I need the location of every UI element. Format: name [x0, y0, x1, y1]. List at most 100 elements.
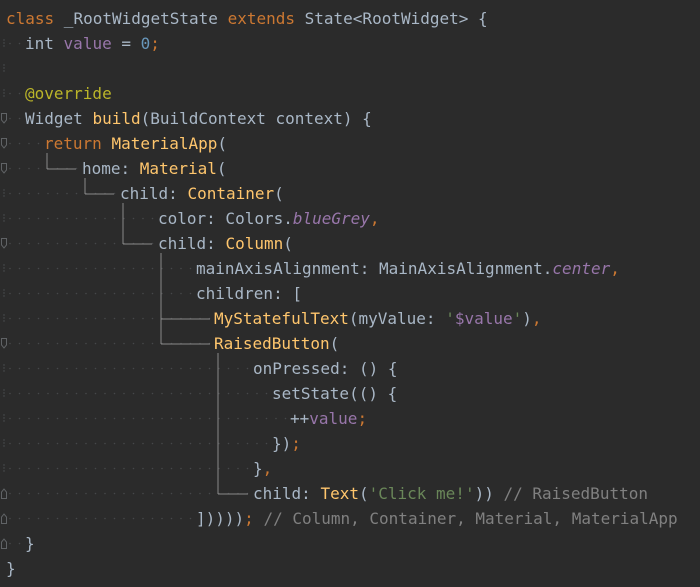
code-token: ,	[262, 459, 273, 478]
code-text: setState(() {	[272, 381, 397, 406]
code-line[interactable]: RaisedButton(	[0, 331, 700, 356]
code-token: ;	[244, 509, 254, 528]
code-token: (	[216, 159, 227, 178]
code-token: mainAxisAlignment: MainAxisAlignment.	[196, 259, 553, 278]
fold-marker-icon[interactable]	[1, 238, 7, 249]
code-line[interactable]: }	[0, 556, 700, 581]
code-line[interactable]: color: Colors.blueGrey,	[0, 206, 700, 231]
code-token: ))	[474, 484, 504, 503]
code-token: Material	[139, 159, 217, 178]
code-token: child:	[120, 184, 188, 203]
code-line[interactable]: }	[0, 531, 700, 556]
code-text: RaisedButton(	[214, 331, 339, 356]
code-token: extends	[227, 9, 295, 28]
code-line[interactable]: Widget build(BuildContext context) {	[0, 106, 700, 131]
code-line[interactable]: MyStatefulText(myValue: '$value'),	[0, 306, 700, 331]
gutter-dot-icon	[1, 313, 7, 324]
code-text: }	[25, 531, 35, 556]
code-text: mainAxisAlignment: MainAxisAlignment.cen…	[196, 256, 620, 281]
code-token: $value	[454, 309, 513, 328]
code-token: (BuildContext context) {	[140, 109, 372, 128]
code-line[interactable]: child: Column(	[0, 231, 700, 256]
code-token: Widget	[25, 109, 93, 128]
code-line[interactable]: return MaterialApp(	[0, 131, 700, 156]
gutter-dot-icon	[1, 88, 7, 99]
code-token: Container	[187, 184, 275, 203]
fold-marker-icon[interactable]	[1, 538, 7, 549]
code-line[interactable]: @override	[0, 81, 700, 106]
fold-marker-icon[interactable]	[1, 163, 7, 174]
code-line[interactable]: ])))); // Column, Container, Material, M…	[0, 506, 700, 531]
gutter-dot-icon	[1, 388, 7, 399]
code-token: ,	[610, 259, 620, 278]
code-token: MyStatefulText	[214, 309, 349, 328]
code-token: MaterialApp	[111, 134, 218, 153]
code-line[interactable]: home: Material(	[0, 156, 700, 181]
gutter-dot-icon	[1, 213, 7, 224]
code-token: =	[111, 34, 141, 53]
fold-marker-icon[interactable]	[1, 513, 7, 524]
code-token: ,	[531, 309, 542, 328]
code-text: return MaterialApp(	[44, 131, 227, 156]
code-token: '	[512, 309, 523, 328]
code-token: color: Colors.	[158, 209, 293, 228]
gutter-dot-icon	[1, 288, 7, 299]
code-token: ;	[357, 409, 368, 428]
code-line[interactable]: ++value;	[0, 406, 700, 431]
code-line[interactable]: class _RootWidgetState extends State<Roo…	[0, 6, 700, 31]
code-text: child: Container(	[120, 181, 284, 206]
code-token: (	[274, 184, 284, 203]
fold-marker-icon[interactable]	[1, 113, 7, 124]
code-token: value	[63, 34, 112, 53]
code-text: MyStatefulText(myValue: '$value'),	[214, 306, 542, 331]
code-token: ;	[291, 434, 301, 453]
code-text: ])))); // Column, Container, Material, M…	[196, 506, 678, 531]
code-token: (myValue:	[348, 309, 446, 328]
code-line[interactable]	[0, 56, 700, 81]
code-token: Text	[320, 484, 359, 503]
code-text: int value = 0;	[25, 31, 160, 56]
code-text: child: Column(	[158, 231, 293, 256]
code-text: }	[6, 556, 16, 581]
code-line[interactable]: child: Text('Click me!')) // RaisedButto…	[0, 481, 700, 506]
gutter-dot-icon	[1, 463, 7, 474]
code-line[interactable]: },	[0, 456, 700, 481]
code-line[interactable]: children: [	[0, 281, 700, 306]
code-text: @override	[25, 81, 112, 106]
code-token: '	[445, 309, 455, 328]
code-token: }	[25, 534, 35, 553]
code-token: }	[253, 459, 263, 478]
code-text: onPressed: () {	[253, 356, 398, 381]
code-token: (	[329, 334, 340, 353]
fold-marker-icon[interactable]	[1, 488, 7, 499]
gutter-dot-icon	[1, 38, 7, 49]
code-text: ++value;	[290, 406, 367, 431]
code-token: child:	[253, 484, 321, 503]
code-line[interactable]: setState(() {	[0, 381, 700, 406]
code-editor[interactable]: class _RootWidgetState extends State<Roo…	[0, 0, 700, 587]
code-token: @override	[25, 84, 112, 103]
code-token: State<RootWidget> {	[295, 9, 488, 28]
code-token: })	[272, 434, 292, 453]
code-token: blueGrey	[292, 209, 370, 228]
code-line[interactable]: onPressed: () {	[0, 356, 700, 381]
gutter-dot-icon	[1, 263, 7, 274]
code-token: ++	[290, 409, 310, 428]
code-token: RaisedButton	[214, 334, 330, 353]
code-line[interactable]: });	[0, 431, 700, 456]
code-token: home:	[82, 159, 140, 178]
code-token: // RaisedButton	[503, 484, 648, 503]
gutter-dot-icon	[1, 63, 7, 74]
code-line[interactable]: child: Container(	[0, 181, 700, 206]
code-text: });	[272, 431, 301, 456]
code-text: },	[253, 456, 272, 481]
code-line[interactable]: int value = 0;	[0, 31, 700, 56]
fold-marker-icon[interactable]	[1, 138, 7, 149]
code-token: Column	[225, 234, 284, 253]
code-token: child:	[158, 234, 226, 253]
code-token: ;	[150, 34, 160, 53]
fold-marker-icon[interactable]	[1, 338, 7, 349]
code-token: 'Click me!'	[368, 484, 475, 503]
code-token: value	[309, 409, 358, 428]
code-line[interactable]: mainAxisAlignment: MainAxisAlignment.cen…	[0, 256, 700, 281]
